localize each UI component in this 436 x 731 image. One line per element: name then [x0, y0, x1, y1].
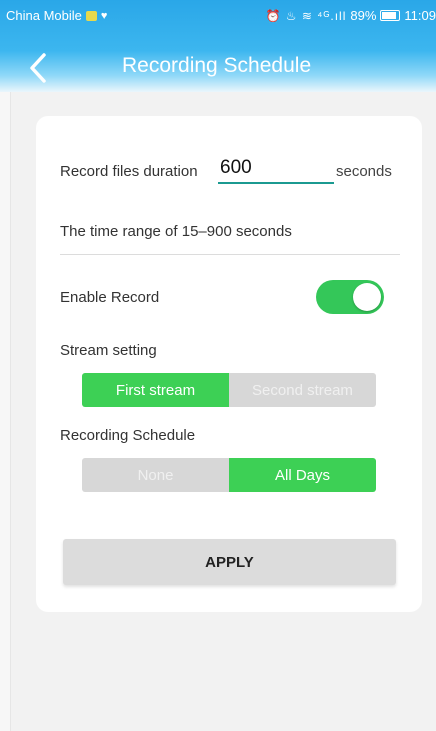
status-right: ⏰ ♨ ≋ ⁴ᴳ.ıll 89% 11:09 — [266, 8, 436, 23]
enable-record-label: Enable Record — [60, 289, 160, 306]
battery-icon — [380, 10, 401, 21]
back-button[interactable] — [22, 50, 58, 86]
duration-unit: seconds — [336, 163, 392, 180]
app-header: China Mobile ♥ ⏰ ♨ ≋ ⁴ᴳ.ıll 89% 11:09 Re… — [0, 0, 436, 92]
divider — [60, 254, 400, 255]
nav-bar: Recording Schedule — [0, 44, 436, 88]
range-hint: The time range of 15–900 seconds — [60, 223, 292, 240]
first-stream-button[interactable]: First stream — [82, 373, 229, 407]
status-icons: ⏰ ♨ ≋ ⁴ᴳ.ıll — [265, 8, 347, 23]
enable-record-toggle[interactable] — [316, 280, 384, 314]
second-stream-button[interactable]: Second stream — [229, 373, 376, 407]
battery-percent: 89% — [350, 8, 377, 23]
schedule-none-button[interactable]: None — [82, 458, 229, 492]
page-title: Recording Schedule — [122, 54, 312, 77]
clock: 11:09 — [404, 8, 436, 23]
settings-card: Record files duration seconds The time r… — [36, 116, 422, 612]
recording-schedule-label: Recording Schedule — [60, 427, 196, 444]
schedule-all-days-button[interactable]: All Days — [229, 458, 376, 492]
duration-label: Record files duration — [60, 163, 198, 180]
duration-input[interactable] — [218, 154, 334, 184]
toggle-knob — [353, 283, 381, 311]
stream-setting-label: Stream setting — [60, 342, 157, 359]
carrier-name: China Mobile — [6, 8, 82, 23]
apply-button[interactable]: APPLY — [63, 539, 396, 585]
health-icon: ♥ — [100, 9, 108, 22]
status-left: China Mobile ♥ — [6, 8, 107, 23]
status-bar: China Mobile ♥ ⏰ ♨ ≋ ⁴ᴳ.ıll 89% 11:09 — [0, 0, 436, 30]
sim-icon — [85, 10, 97, 21]
chevron-left-icon — [30, 53, 46, 83]
left-edge — [0, 92, 11, 731]
